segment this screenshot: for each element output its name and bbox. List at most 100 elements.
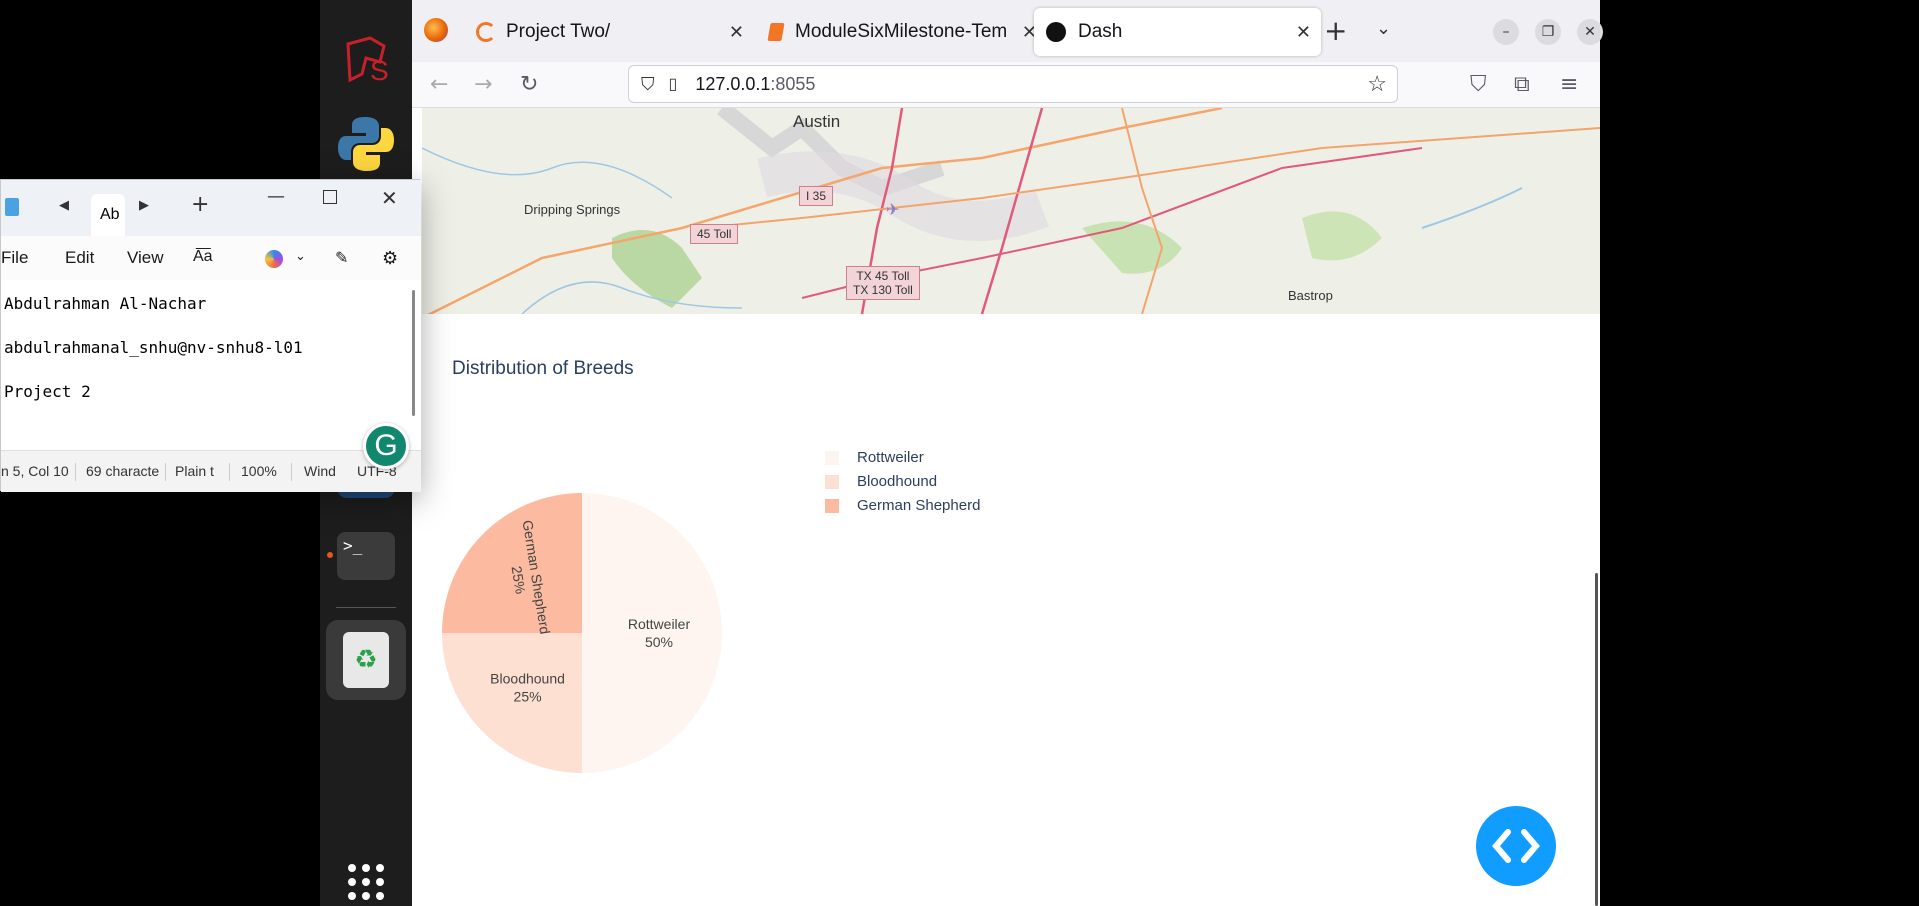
legend-swatch bbox=[825, 498, 839, 513]
menu-view[interactable]: View bbox=[127, 248, 164, 268]
shield-icon[interactable]: ⛉ bbox=[641, 74, 655, 95]
tab-module-six[interactable]: ModuleSixMilestone-Tem ✕ bbox=[757, 8, 1047, 56]
pie-slice[interactable] bbox=[442, 493, 582, 633]
minimize-icon[interactable]: – bbox=[1493, 19, 1519, 45]
new-tab-icon[interactable]: + bbox=[191, 192, 209, 217]
notepad-text-area[interactable]: Abdulrahman Al-Nachar abdulrahmanal_snhu… bbox=[1, 280, 421, 450]
menu-icon[interactable]: ≡ bbox=[1560, 72, 1578, 97]
notepad-tab[interactable]: Ab bbox=[91, 194, 125, 236]
shield-line: TX 45 Toll bbox=[856, 269, 910, 283]
shield-line: TX 130 Toll bbox=[853, 283, 913, 297]
forward-icon[interactable]: → bbox=[474, 72, 492, 97]
close-tab-icon[interactable]: ✕ bbox=[729, 22, 744, 43]
tab-title: ModuleSixMilestone-Tem bbox=[795, 21, 1008, 42]
url-bar[interactable]: ⛉ ▯ 127.0.0.1:8055 ☆ bbox=[628, 65, 1398, 103]
grammarly-button[interactable]: G bbox=[363, 423, 409, 469]
desktop: S >_ ♻ Project Two/ ✕ ModuleSixMilestone… bbox=[0, 0, 1919, 906]
close-window-icon[interactable]: ✕ bbox=[1577, 19, 1603, 45]
map-label-austin: Austin bbox=[793, 112, 841, 131]
notepad-tab-label: Ab bbox=[100, 206, 120, 223]
extensions-icon[interactable]: ⧉ bbox=[1514, 72, 1530, 97]
text-line: Project 2 bbox=[4, 382, 91, 401]
minimize-icon[interactable]: — bbox=[267, 186, 285, 207]
map-view[interactable]: Austin Dripping Springs Bastrop I 35 45 … bbox=[422, 108, 1600, 314]
notebook-icon bbox=[767, 23, 785, 41]
character-count: 69 characte bbox=[86, 463, 160, 479]
navigation-toolbar: ← → ↻ ⛉ ▯ 127.0.0.1:8055 ☆ ⛉ ⧉ ≡ bbox=[412, 62, 1600, 108]
new-tab-icon[interactable]: + bbox=[1324, 14, 1347, 47]
page-scrollbar[interactable] bbox=[1595, 573, 1598, 906]
tab-dash[interactable]: Dash ✕ bbox=[1034, 8, 1321, 56]
rewrite-icon[interactable]: ✎ bbox=[335, 248, 348, 268]
dash-debug-button[interactable] bbox=[1476, 806, 1556, 886]
airport-icon: ✈ bbox=[886, 202, 900, 219]
legend-label: German Shepherd bbox=[857, 497, 981, 514]
text-line: Abdulrahman Al-Nachar bbox=[4, 294, 207, 313]
dash-page: Austin Dripping Springs Bastrop I 35 45 … bbox=[412, 108, 1600, 906]
python-icon[interactable] bbox=[334, 112, 398, 176]
scroll-tabs-right-icon[interactable]: ▶ bbox=[139, 198, 149, 213]
divider bbox=[291, 463, 292, 481]
running-indicator bbox=[327, 552, 333, 558]
legend-item[interactable]: Bloodhound bbox=[825, 473, 937, 490]
url-host: 127.0.0.1 bbox=[695, 73, 771, 94]
svg-text:S: S bbox=[370, 55, 389, 86]
reload-icon[interactable]: ↻ bbox=[520, 72, 538, 97]
pie-chart[interactable]: Rottweiler 50%Bloodhound 25%German Shepher… bbox=[442, 493, 772, 823]
legend-swatch bbox=[825, 474, 839, 489]
tab-title: Dash bbox=[1078, 21, 1123, 42]
grammarly-icon: G bbox=[374, 429, 398, 462]
divider bbox=[165, 463, 166, 481]
text-line: abdulrahmanal_snhu@nv-snhu8-l01 bbox=[4, 338, 303, 357]
legend-swatch bbox=[825, 450, 839, 465]
chart-title: Distribution of Breeds bbox=[452, 358, 634, 379]
notepad-statusbar: n 5, Col 10 69 characte Plain t 100% Win… bbox=[1, 450, 421, 492]
tab-bar: Project Two/ ✕ ModuleSixMilestone-Tem ✕ … bbox=[412, 0, 1603, 62]
settings-gear-icon[interactable]: ⚙ bbox=[382, 248, 398, 269]
tab-project-two[interactable]: Project Two/ ✕ bbox=[464, 8, 754, 56]
terminal-icon[interactable]: >_ bbox=[334, 524, 398, 588]
firefox-icon[interactable] bbox=[424, 18, 448, 42]
notepad-app-icon bbox=[5, 198, 19, 216]
firefox-window: Project Two/ ✕ ModuleSixMilestone-Tem ✕ … bbox=[412, 0, 1603, 906]
map-label-bastrop: Bastrop bbox=[1288, 288, 1333, 303]
legend-item[interactable]: Rottweiler bbox=[825, 449, 924, 466]
close-icon[interactable]: ✕ bbox=[381, 186, 398, 210]
notepad-scrollbar[interactable] bbox=[412, 290, 415, 416]
bookmark-star-icon[interactable]: ☆ bbox=[1367, 71, 1387, 97]
zoom-level[interactable]: 100% bbox=[241, 463, 277, 479]
notepad-menubar: File Edit View A͞a ⌄ ✎ ⚙ bbox=[1, 236, 421, 280]
legend-item[interactable]: German Shepherd bbox=[825, 497, 980, 514]
app-grid-icon[interactable] bbox=[334, 850, 398, 906]
font-icon[interactable]: A͞a bbox=[193, 248, 213, 266]
back-icon[interactable]: ← bbox=[430, 72, 448, 97]
dash-icon bbox=[1046, 22, 1066, 42]
legend-label: Bloodhound bbox=[857, 473, 938, 490]
highway-shield: 45 Toll bbox=[690, 224, 739, 244]
maximize-icon[interactable] bbox=[323, 190, 337, 204]
restore-icon[interactable]: ❐ bbox=[1535, 19, 1561, 45]
cursor-position: n 5, Col 10 bbox=[1, 463, 69, 479]
trash-icon[interactable]: ♻ bbox=[326, 620, 406, 700]
line-ending[interactable]: Wind bbox=[304, 463, 336, 479]
pie-slice[interactable] bbox=[442, 633, 582, 773]
security-app-icon[interactable]: S bbox=[334, 28, 398, 92]
notepad-window: ◀ Ab ▶ + — ✕ File Edit View A͞a ⌄ ✎ ⚙ Ab… bbox=[0, 179, 421, 492]
close-tab-icon[interactable]: ✕ bbox=[1296, 22, 1311, 43]
copilot-icon[interactable] bbox=[265, 250, 283, 268]
menu-file[interactable]: File bbox=[1, 248, 28, 268]
pie-slice[interactable] bbox=[582, 493, 722, 773]
scroll-tabs-left-icon[interactable]: ◀ bbox=[59, 198, 69, 213]
code-chevrons-icon bbox=[1492, 829, 1540, 863]
text-format[interactable]: Plain t bbox=[175, 463, 217, 479]
chevron-down-icon[interactable]: ⌄ bbox=[295, 248, 306, 264]
divider bbox=[75, 463, 76, 481]
pocket-icon[interactable]: ⛉ bbox=[1470, 72, 1487, 97]
highway-shield: I 35 bbox=[799, 186, 834, 206]
dock-separator bbox=[336, 607, 396, 608]
jupyter-icon bbox=[476, 22, 496, 42]
tab-list-icon[interactable]: ⌄ bbox=[1376, 18, 1391, 39]
menu-edit[interactable]: Edit bbox=[65, 248, 94, 268]
legend-label: Rottweiler bbox=[857, 449, 924, 466]
tab-title: Project Two/ bbox=[506, 21, 611, 42]
